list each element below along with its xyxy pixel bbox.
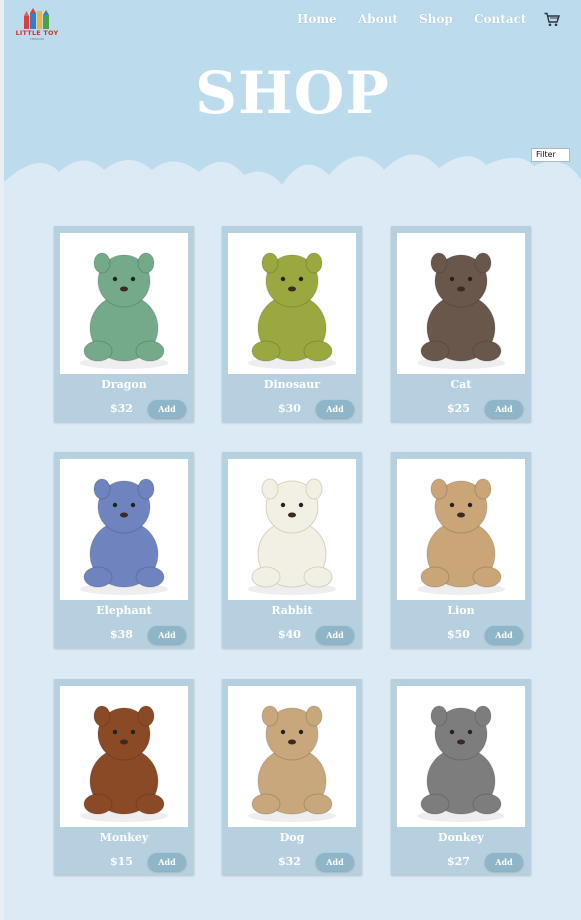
product-price: $32 bbox=[110, 402, 133, 415]
product-card[interactable]: Rabbit $40 Add bbox=[222, 452, 362, 648]
product-price: $38 bbox=[110, 628, 133, 641]
product-grid: Dragon $32 Add Dinosaur $30 Add Cat $25 Add Eleph… bbox=[0, 0, 581, 920]
product-name: Cat bbox=[450, 378, 472, 391]
product-name: Rabbit bbox=[271, 604, 313, 617]
product-name: Dragon bbox=[101, 378, 147, 391]
product-image[interactable] bbox=[60, 459, 188, 600]
product-image[interactable] bbox=[228, 233, 356, 374]
product-price: $15 bbox=[110, 855, 133, 868]
product-price: $40 bbox=[278, 628, 301, 641]
product-image[interactable] bbox=[60, 686, 188, 827]
add-to-cart-button[interactable]: Add bbox=[485, 853, 523, 871]
product-name: Monkey bbox=[99, 831, 149, 844]
product-image[interactable] bbox=[397, 459, 525, 600]
add-to-cart-button[interactable]: Add bbox=[148, 853, 186, 871]
product-price: $30 bbox=[278, 402, 301, 415]
product-card[interactable]: Dog $32 Add bbox=[222, 679, 362, 875]
product-image[interactable] bbox=[228, 686, 356, 827]
product-name: Dog bbox=[279, 831, 305, 844]
product-name: Donkey bbox=[438, 831, 484, 844]
product-image[interactable] bbox=[228, 459, 356, 600]
product-name: Dinosaur bbox=[263, 378, 321, 391]
product-image[interactable] bbox=[397, 233, 525, 374]
product-price: $27 bbox=[447, 855, 470, 868]
product-price: $50 bbox=[447, 628, 470, 641]
product-card[interactable]: Lion $50 Add bbox=[391, 452, 531, 648]
product-card[interactable]: Dragon $32 Add bbox=[54, 226, 194, 422]
product-image[interactable] bbox=[397, 686, 525, 827]
add-to-cart-button[interactable]: Add bbox=[316, 400, 354, 418]
product-card[interactable]: Monkey $15 Add bbox=[54, 679, 194, 875]
add-to-cart-button[interactable]: Add bbox=[316, 853, 354, 871]
add-to-cart-button[interactable]: Add bbox=[316, 626, 354, 644]
product-price: $25 bbox=[447, 402, 470, 415]
product-card[interactable]: Elephant $38 Add bbox=[54, 452, 194, 648]
add-to-cart-button[interactable]: Add bbox=[485, 626, 523, 644]
product-name: Elephant bbox=[96, 604, 152, 617]
add-to-cart-button[interactable]: Add bbox=[148, 626, 186, 644]
add-to-cart-button[interactable]: Add bbox=[148, 400, 186, 418]
product-price: $32 bbox=[278, 855, 301, 868]
product-card[interactable]: Donkey $27 Add bbox=[391, 679, 531, 875]
product-card[interactable]: Cat $25 Add bbox=[391, 226, 531, 422]
product-card[interactable]: Dinosaur $30 Add bbox=[222, 226, 362, 422]
product-image[interactable] bbox=[60, 233, 188, 374]
product-name: Lion bbox=[447, 604, 475, 617]
add-to-cart-button[interactable]: Add bbox=[485, 400, 523, 418]
